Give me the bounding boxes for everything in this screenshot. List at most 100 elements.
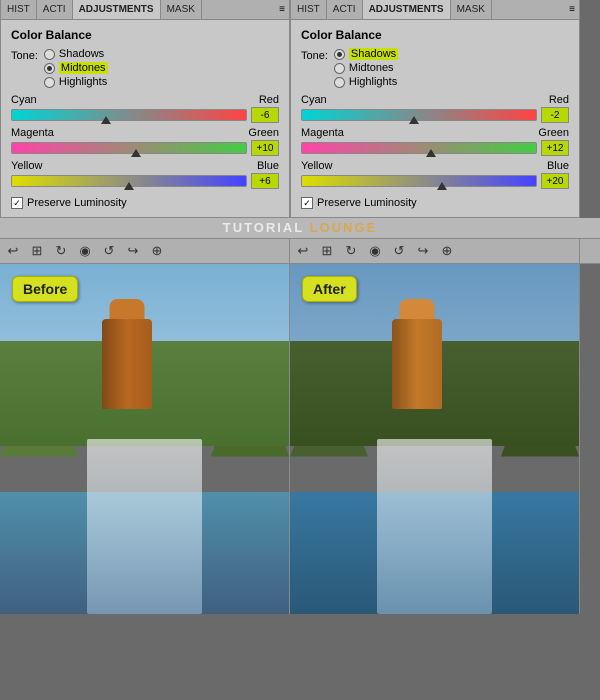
right-tab-acti[interactable]: ACTI: [327, 0, 363, 19]
right-tool-grid[interactable]: ⊞: [318, 242, 336, 260]
right-tool-rotate[interactable]: ↻: [342, 242, 360, 260]
right-tab-adjustments[interactable]: ADJUSTMENTS: [363, 0, 451, 19]
left-slider-yellow-blue-labels: Yellow Blue: [11, 160, 279, 172]
after-image-panel: After: [290, 264, 580, 614]
images-row: Before After: [0, 264, 600, 700]
toolbar-row: ↩ ⊞ ↻ ◉ ↺ ↪ ⊕ ↩ ⊞ ↻ ◉ ↺ ↪ ⊕: [0, 238, 600, 264]
tutorial-text: TUTORIAL: [223, 220, 304, 235]
right-slider-magenta-green-labels: Magenta Green: [301, 127, 569, 139]
right-tab-hist[interactable]: HIST: [291, 0, 327, 19]
right-preserve-label: Preserve Luminosity: [317, 197, 417, 209]
right-shadows-label: Shadows: [349, 48, 398, 60]
right-radio-highlights-btn[interactable]: [334, 77, 345, 88]
lounge-text: LOUNGE: [304, 220, 377, 235]
left-slider-magenta-green-labels: Magenta Green: [11, 127, 279, 139]
right-red-label: Red: [549, 94, 569, 106]
left-tab-mask[interactable]: MASK: [161, 0, 202, 19]
right-tool-redo[interactable]: ↪: [414, 242, 432, 260]
left-slider-cyan-red-track[interactable]: [11, 109, 247, 121]
right-slider-yellow-blue-track[interactable]: [301, 175, 537, 187]
left-preserve-checkbox[interactable]: ✓: [11, 197, 23, 209]
left-tab-hist[interactable]: HIST: [1, 0, 37, 19]
right-slider-cyan-red-track-row: -2: [301, 107, 569, 123]
left-tool-rotate[interactable]: ↻: [52, 242, 70, 260]
right-radio-shadows[interactable]: Shadows: [334, 48, 398, 60]
left-slider-cyan-red: Cyan Red -6: [11, 94, 279, 123]
right-tool-refresh[interactable]: ↺: [390, 242, 408, 260]
tutorial-watermark: TUTORIAL LOUNGE: [223, 220, 377, 235]
right-slider-yellow-blue-thumb[interactable]: [437, 182, 447, 190]
right-panel-menu[interactable]: ≡: [565, 2, 579, 17]
left-tool-refresh[interactable]: ↺: [100, 242, 118, 260]
right-slider-cyan-red-track[interactable]: [301, 109, 537, 121]
right-tool-add[interactable]: ⊕: [438, 242, 456, 260]
right-magenta-label: Magenta: [301, 127, 344, 139]
right-tone-options: Shadows Midtones Highlights: [334, 48, 398, 88]
left-radio-shadows-btn[interactable]: [44, 49, 55, 60]
left-tool-add[interactable]: ⊕: [148, 242, 166, 260]
after-image-bg: [290, 264, 579, 614]
left-red-label: Red: [259, 94, 279, 106]
left-radio-highlights-btn[interactable]: [44, 77, 55, 88]
after-rock-shadow: [392, 319, 442, 409]
left-shadows-label: Shadows: [59, 48, 104, 60]
left-highlights-label: Highlights: [59, 76, 107, 88]
left-radio-midtones[interactable]: Midtones: [44, 62, 108, 74]
right-preserve-checkbox[interactable]: ✓: [301, 197, 313, 209]
watermark-bar: TUTORIAL LOUNGE: [0, 218, 600, 238]
after-waterfall: [377, 439, 493, 614]
left-radio-highlights[interactable]: Highlights: [44, 76, 108, 88]
left-panel: HIST ACTI ADJUSTMENTS MASK ≡ Color Balan…: [0, 0, 290, 218]
left-radio-midtones-btn[interactable]: [44, 63, 55, 74]
left-slider-magenta-green-track[interactable]: [11, 142, 247, 154]
right-slider-yellow-blue-labels: Yellow Blue: [301, 160, 569, 172]
left-slider-cyan-red-thumb[interactable]: [101, 116, 111, 124]
left-slider-yellow-blue-track[interactable]: [11, 175, 247, 187]
right-slider-yellow-blue-track-row: +20: [301, 173, 569, 189]
left-slider-magenta-green-value: +10: [251, 140, 279, 156]
right-highlights-label: Highlights: [349, 76, 397, 88]
right-slider-magenta-green-value: +12: [541, 140, 569, 156]
left-radio-shadows[interactable]: Shadows: [44, 48, 108, 60]
right-slider-cyan-red-thumb[interactable]: [409, 116, 419, 124]
left-panel-tabs: HIST ACTI ADJUSTMENTS MASK ≡: [1, 0, 289, 20]
left-panel-menu[interactable]: ≡: [275, 2, 289, 17]
left-panel-content: Color Balance Tone: Shadows Midtones Hig…: [1, 20, 289, 217]
left-slider-yellow-blue-thumb[interactable]: [124, 182, 134, 190]
right-yellow-label: Yellow: [301, 160, 332, 172]
right-radio-shadows-btn[interactable]: [334, 49, 345, 60]
right-panel-tabs: HIST ACTI ADJUSTMENTS MASK ≡: [291, 0, 579, 20]
right-slider-yellow-blue: Yellow Blue +20: [301, 160, 569, 189]
left-slider-magenta-green-thumb[interactable]: [131, 149, 141, 157]
left-slider-cyan-red-track-row: -6: [11, 107, 279, 123]
right-tool-undo[interactable]: ↩: [294, 242, 312, 260]
left-preserve-label: Preserve Luminosity: [27, 197, 127, 209]
before-rock-shadow: [102, 319, 152, 409]
right-radio-midtones-btn[interactable]: [334, 63, 345, 74]
right-tone-row: Tone: Shadows Midtones Highlights: [301, 48, 569, 88]
right-slider-magenta-green-thumb[interactable]: [426, 149, 436, 157]
left-tab-acti[interactable]: ACTI: [37, 0, 73, 19]
left-tool-undo[interactable]: ↩: [4, 242, 22, 260]
left-tool-grid[interactable]: ⊞: [28, 242, 46, 260]
left-cyan-label: Cyan: [11, 94, 37, 106]
after-rock-formation: [387, 299, 447, 409]
left-tab-adjustments[interactable]: ADJUSTMENTS: [73, 0, 161, 19]
left-tone-options: Shadows Midtones Highlights: [44, 48, 108, 88]
left-tool-redo[interactable]: ↪: [124, 242, 142, 260]
right-midtones-label: Midtones: [349, 62, 394, 74]
right-tab-mask[interactable]: MASK: [451, 0, 492, 19]
left-tone-label: Tone:: [11, 48, 38, 62]
right-tool-eye[interactable]: ◉: [366, 242, 384, 260]
left-preserve-row: ✓ Preserve Luminosity: [11, 197, 279, 209]
left-tool-eye[interactable]: ◉: [76, 242, 94, 260]
left-slider-cyan-red-value: -6: [251, 107, 279, 123]
before-waterfall: [87, 439, 203, 614]
right-radio-midtones[interactable]: Midtones: [334, 62, 398, 74]
before-label: Before: [12, 276, 78, 302]
right-slider-magenta-green-track[interactable]: [301, 142, 537, 154]
right-slider-yellow-blue-value: +20: [541, 173, 569, 189]
right-panel-title: Color Balance: [301, 28, 569, 42]
right-radio-highlights[interactable]: Highlights: [334, 76, 398, 88]
left-tone-row: Tone: Shadows Midtones Highlights: [11, 48, 279, 88]
